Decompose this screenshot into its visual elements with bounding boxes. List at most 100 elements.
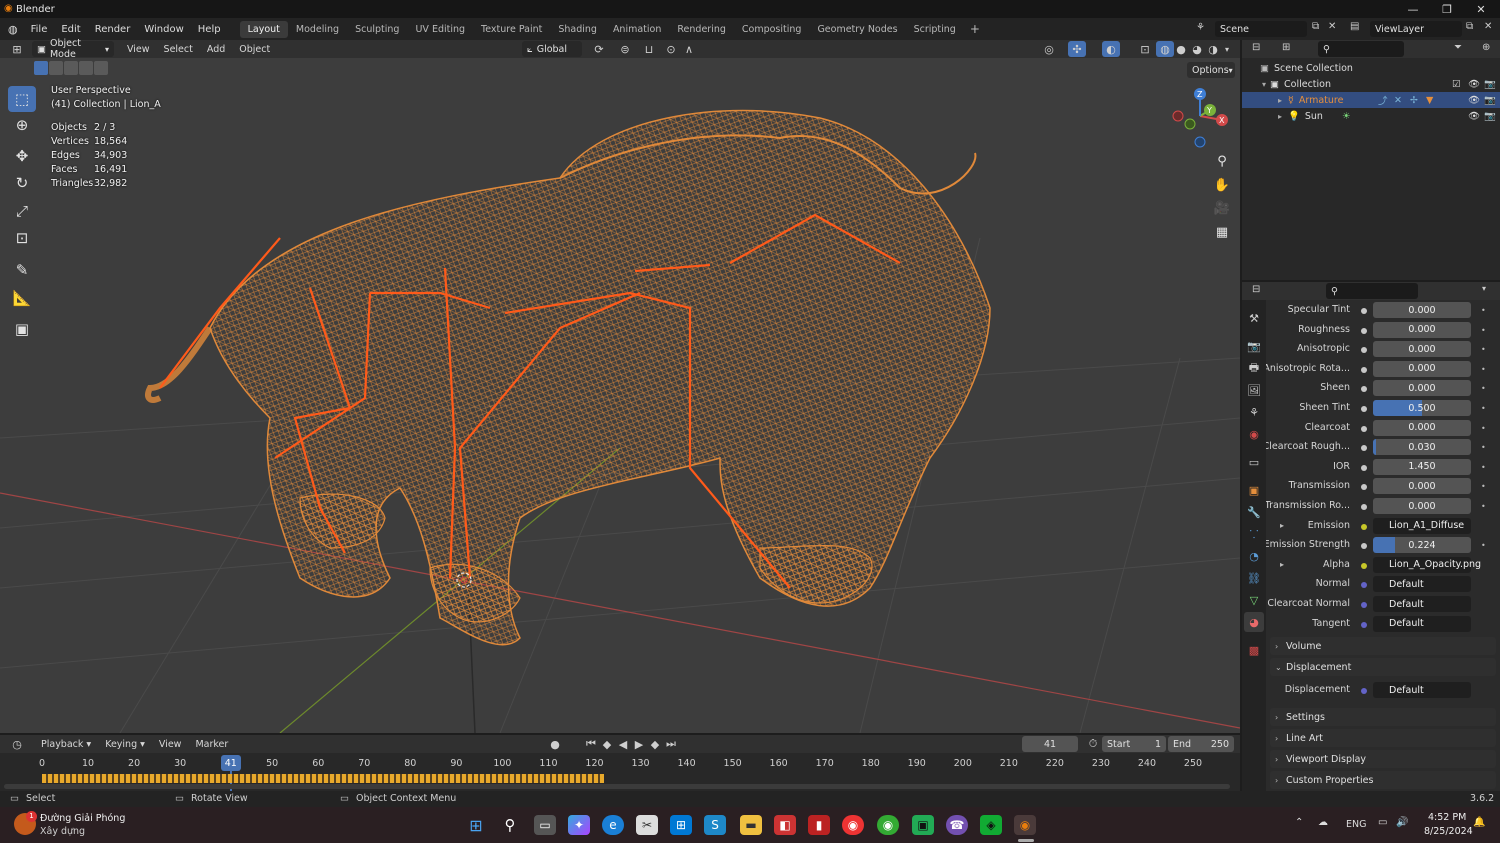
editor-type-icon[interactable]: ⊟ xyxy=(1252,284,1260,295)
task-view-icon[interactable]: ▭ xyxy=(534,815,556,835)
expand-chevron-icon[interactable]: ▸ xyxy=(1278,96,1282,105)
tab-compositing[interactable]: Compositing xyxy=(734,21,810,38)
search-icon[interactable]: ⚲ xyxy=(499,815,521,835)
outliner-row-armature[interactable]: ▸ ☿ Armature ⤴ ✕ ✢ ▼ 👁 📷 xyxy=(1242,92,1500,108)
annotate-tool-icon[interactable]: ✎ xyxy=(8,257,36,283)
prop-value-field[interactable]: 0.000 xyxy=(1373,360,1471,377)
stopwatch-icon[interactable]: ⏱ xyxy=(1084,736,1102,752)
prop-value-field[interactable]: 1.450 xyxy=(1373,458,1471,475)
tab-modeling[interactable]: Modeling xyxy=(288,21,347,38)
sun-data-icon[interactable]: ☀ xyxy=(1342,111,1351,122)
overlay-toggle-icon[interactable]: ◐ xyxy=(1102,41,1120,57)
delete-scene-icon[interactable]: ✕ xyxy=(1328,21,1336,32)
prop-value-field[interactable]: 0.000 xyxy=(1373,380,1471,397)
panel-custom-properties[interactable]: › Custom Properties xyxy=(1270,771,1496,789)
panel-displacement[interactable]: ⌄ Displacement xyxy=(1270,658,1496,676)
panel-volume[interactable]: › Volume xyxy=(1270,637,1496,655)
new-view-layer-icon[interactable]: ⧉ xyxy=(1466,21,1473,32)
app-icon-green[interactable]: ◈ xyxy=(980,815,1002,835)
panel-settings[interactable]: › Settings xyxy=(1270,708,1496,726)
viber-icon[interactable]: ☎ xyxy=(946,815,968,835)
texture-tab-icon[interactable]: ▩ xyxy=(1244,640,1264,660)
pan-hand-icon[interactable]: ✋ xyxy=(1211,174,1233,196)
snap-icon[interactable]: ⊜ xyxy=(616,41,634,57)
record-icon[interactable]: ● xyxy=(546,736,564,752)
timeline-menu-playback[interactable]: Playback ▾ xyxy=(34,739,98,750)
transform-tool-icon[interactable]: ⊡ xyxy=(8,225,36,251)
select-extend-icon[interactable] xyxy=(49,61,63,75)
add-cube-tool-icon[interactable]: ▣ xyxy=(8,316,36,342)
material-tab-icon[interactable]: ◕ xyxy=(1244,612,1264,632)
tab-texture-paint[interactable]: Texture Paint xyxy=(473,21,550,38)
prop-value-field[interactable]: Default xyxy=(1373,576,1471,593)
zoom-icon[interactable]: ⚲ xyxy=(1211,150,1233,172)
keyframe-dot-icon[interactable]: • xyxy=(1481,326,1486,335)
constraint-icon[interactable]: ✢ xyxy=(1410,95,1418,106)
cursor-tool-icon[interactable]: ⊕ xyxy=(8,112,36,138)
keyframe-dot-icon[interactable]: • xyxy=(1481,404,1486,413)
edge-icon[interactable]: e xyxy=(602,815,624,835)
rotate-tool-icon[interactable]: ↻ xyxy=(8,170,36,196)
select-invert-icon[interactable] xyxy=(79,61,93,75)
select-new-icon[interactable] xyxy=(34,61,48,75)
keyframe-dot-icon[interactable]: • xyxy=(1481,306,1486,315)
tab-scripting[interactable]: Scripting xyxy=(906,21,964,38)
filter-icon[interactable]: ⏷ xyxy=(1454,42,1462,53)
end-frame-input[interactable]: End 250 xyxy=(1168,736,1234,752)
bone-icon[interactable]: ✕ xyxy=(1394,95,1402,106)
scene-selector[interactable]: Scene xyxy=(1215,21,1307,37)
show-hidden-icons-icon[interactable]: ⌃ xyxy=(1295,817,1303,828)
timeline-menu-marker[interactable]: Marker xyxy=(188,739,235,750)
clock-time[interactable]: 4:52 PM xyxy=(1428,812,1466,823)
copilot-icon[interactable]: ✦ xyxy=(568,815,590,835)
widget-title[interactable]: Đường Giải Phóng xyxy=(40,813,125,824)
keyframe-dot-icon[interactable]: • xyxy=(1481,424,1486,433)
scene-icon[interactable]: ⚘ xyxy=(1196,22,1205,33)
close-button[interactable]: ✕ xyxy=(1464,0,1498,18)
snap-target-icon[interactable]: ⊔ xyxy=(640,41,658,57)
gizmo-toggle-icon[interactable]: ✣ xyxy=(1068,41,1086,57)
menu-window[interactable]: Window xyxy=(137,24,190,35)
delete-view-layer-icon[interactable]: ✕ xyxy=(1484,21,1492,32)
prop-value-field[interactable]: 0.000 xyxy=(1373,498,1471,514)
outliner-row-sun[interactable]: ▸ 💡 Sun ☀ 👁 📷 xyxy=(1242,108,1500,124)
chrome-icon[interactable]: ◉ xyxy=(842,815,864,835)
exclude-checkbox-icon[interactable]: ☑ xyxy=(1452,79,1461,90)
prop-value-field[interactable]: 0.000 xyxy=(1373,478,1471,495)
timeline-scrollbar[interactable] xyxy=(4,784,1230,789)
timeline[interactable]: 0 10 20 30 50 60 70 80 90 100 110 120 130 140 150 160 17… xyxy=(0,753,1240,791)
physics-tab-icon[interactable]: ◔ xyxy=(1244,546,1264,566)
timeline-menu-view[interactable]: View xyxy=(152,739,189,750)
mode-selector[interactable]: ▣ Object Mode ▾ xyxy=(32,38,114,60)
select-box-tool-icon[interactable]: ⬚ xyxy=(8,86,36,112)
panel-viewport-display[interactable]: › Viewport Display xyxy=(1270,750,1496,768)
shading-options-icon[interactable]: ▾ xyxy=(1218,41,1236,57)
prop-value-field[interactable]: 0.030 xyxy=(1373,439,1471,456)
modifier-icon[interactable]: ▼ xyxy=(1426,95,1433,106)
tab-geometry-nodes[interactable]: Geometry Nodes xyxy=(809,21,905,38)
displacement-input[interactable]: Default xyxy=(1373,682,1471,698)
visibility-icon[interactable]: ◎ xyxy=(1040,41,1058,57)
prop-value-field[interactable]: 0.224 xyxy=(1373,537,1471,554)
properties-search-input[interactable]: ⚲ xyxy=(1326,283,1418,299)
prop-value-field[interactable]: Lion_A_Opacity.png xyxy=(1373,556,1481,573)
new-collection-icon[interactable]: ⊕ xyxy=(1482,42,1490,53)
windows-start-icon[interactable]: ⊞ xyxy=(465,815,487,835)
keyframe-strip[interactable] xyxy=(42,774,604,783)
viewport-menu-view[interactable]: View xyxy=(120,44,157,55)
view-layer-icon[interactable]: ▤ xyxy=(1350,21,1359,32)
camera-view-icon[interactable]: 🎥 xyxy=(1211,197,1233,219)
clock-date[interactable]: 8/25/2024 xyxy=(1424,826,1473,837)
transform-orientation[interactable]: ⟀ Global xyxy=(522,41,582,57)
menu-render[interactable]: Render xyxy=(88,24,138,35)
prop-value-field[interactable]: Default xyxy=(1373,615,1471,632)
world-tab-icon[interactable]: ◉ xyxy=(1244,424,1264,444)
maximize-button[interactable]: ❐ xyxy=(1430,0,1464,18)
editor-type-icon[interactable]: ◷ xyxy=(8,736,26,752)
falloff-icon[interactable]: ∧ xyxy=(680,41,698,57)
keyframe-dot-icon[interactable]: • xyxy=(1481,482,1486,491)
app-icon-red[interactable]: ◧ xyxy=(774,815,796,835)
game-app-icon[interactable]: ▣ xyxy=(912,815,934,835)
viewport-menu-select[interactable]: Select xyxy=(157,44,200,55)
volume-icon[interactable]: 🔊 xyxy=(1396,817,1408,828)
